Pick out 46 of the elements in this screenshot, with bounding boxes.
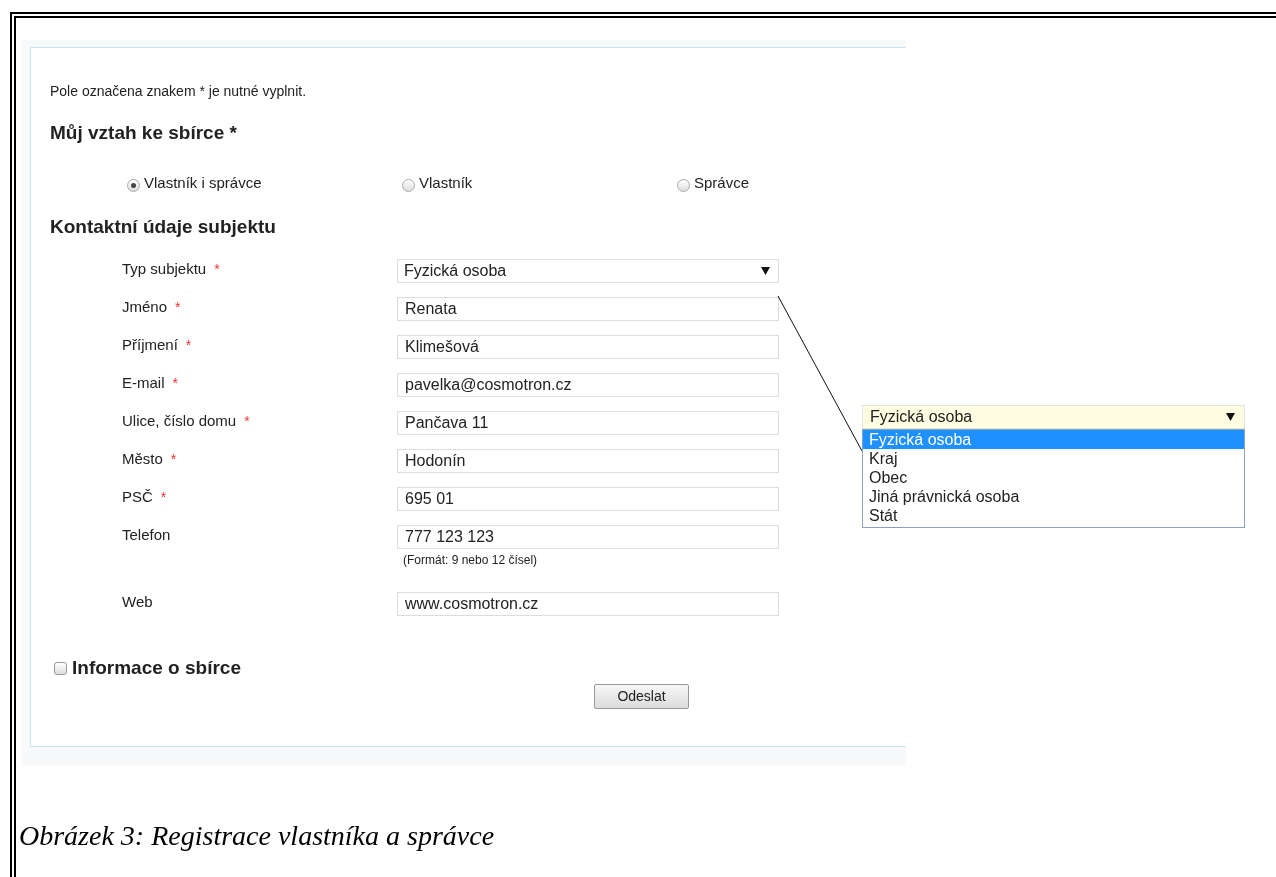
- required-mark: *: [175, 298, 181, 316]
- dropdown-option[interactable]: Jiná právnická osoba: [863, 487, 1244, 506]
- intro-text: Pole označena znakem * je nutné vyplnit.: [50, 82, 308, 100]
- select-field[interactable]: Fyzická osoba: [862, 405, 1245, 429]
- submit-button[interactable]: Odeslat: [594, 684, 689, 709]
- required-mark: *: [244, 412, 250, 430]
- radio-label: Správce: [694, 172, 750, 193]
- dropdown-option[interactable]: Kraj: [863, 449, 1244, 468]
- input-field[interactable]: 695 01: [397, 487, 779, 511]
- required-mark: *: [214, 260, 220, 278]
- field-label: Příjmení: [122, 336, 178, 354]
- field-label: PSČ: [122, 488, 153, 506]
- field-label: E-mail: [122, 374, 165, 392]
- radio-label: Vlastník: [419, 172, 473, 193]
- input-field[interactable]: 777 123 123: [397, 525, 779, 549]
- hint-text: (Formát: 9 nebo 12 čísel): [403, 553, 539, 567]
- required-mark: *: [172, 374, 178, 392]
- radio-button[interactable]: [127, 178, 140, 192]
- section-heading: Informace o sbírce: [72, 656, 241, 680]
- section-heading: Můj vztah ke sbírce *: [50, 121, 238, 145]
- required-mark: *: [170, 450, 177, 468]
- caret-icon: [1226, 413, 1235, 421]
- caret-icon: [761, 267, 770, 275]
- radio-button[interactable]: [677, 178, 690, 192]
- required-mark: *: [185, 336, 192, 354]
- required-mark: *: [160, 488, 167, 506]
- field-label: Ulice, číslo domu: [122, 412, 237, 430]
- figure-caption: Obrázek 3: Registrace vlastníka a správce: [19, 819, 496, 853]
- input-field[interactable]: Klimešová: [397, 335, 779, 359]
- input-field[interactable]: Hodonín: [397, 449, 779, 473]
- input-field[interactable]: www.cosmotron.cz: [397, 592, 779, 616]
- checkbox[interactable]: [54, 661, 67, 675]
- field-label: Jméno: [122, 298, 168, 316]
- radio-label: Vlastník i správce: [144, 172, 262, 193]
- input-field[interactable]: Renata: [397, 297, 779, 321]
- field-label: Město: [122, 450, 163, 468]
- dropdown-option[interactable]: Obec: [863, 468, 1244, 487]
- dropdown-option[interactable]: Stát: [863, 506, 1244, 525]
- input-field[interactable]: Pančava 11: [397, 411, 779, 435]
- section-heading: Kontaktní údaje subjektu: [50, 215, 277, 239]
- select-field[interactable]: Fyzická osoba: [397, 259, 779, 283]
- input-field[interactable]: pavelka@cosmotron.cz: [397, 373, 779, 397]
- field-label: Web: [122, 593, 153, 611]
- field-label: Telefon: [122, 526, 171, 544]
- field-label: Typ subjektu: [122, 260, 207, 278]
- radio-button[interactable]: [402, 178, 415, 192]
